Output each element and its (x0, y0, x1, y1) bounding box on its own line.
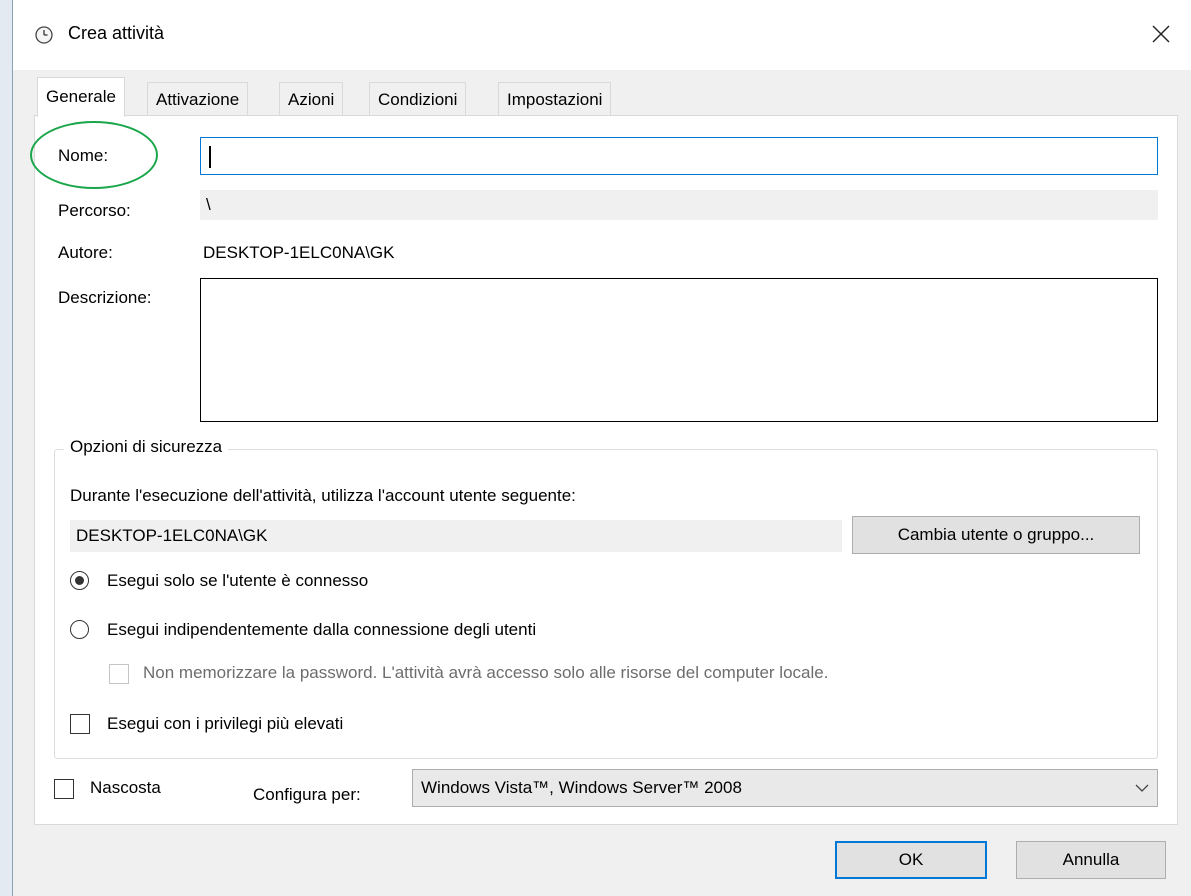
tab-attivazione[interactable]: Attivazione (147, 82, 249, 116)
window-title: Crea attività (68, 23, 165, 43)
hidden-label[interactable]: Nascosta (90, 778, 161, 798)
radio-logged-on-label[interactable]: Esegui solo se l'utente è connesso (107, 571, 368, 591)
text-caret (209, 146, 211, 168)
close-icon (1152, 25, 1170, 43)
create-task-dialog: Crea attività Generale Attivazione Azion… (13, 0, 1191, 896)
close-button[interactable] (1141, 14, 1181, 54)
tab-condizioni[interactable]: Condizioni (369, 82, 467, 116)
change-user-button[interactable]: Cambia utente o gruppo... (852, 516, 1140, 554)
radio-logged-on[interactable] (70, 571, 89, 590)
configure-for-select[interactable]: Windows Vista™, Windows Server™ 2008 (412, 769, 1158, 807)
account-prompt: Durante l'esecuzione dell'attività, util… (70, 486, 576, 505)
clock-icon (35, 26, 53, 44)
security-options-legend: Opzioni di sicurezza (64, 437, 229, 457)
description-label: Descrizione: (58, 288, 152, 307)
no-store-password-label: Non memorizzare la password. L'attività … (143, 663, 829, 682)
description-input[interactable] (200, 278, 1158, 422)
chevron-down-icon (1135, 784, 1149, 792)
tab-azioni[interactable]: Azioni (279, 82, 344, 116)
author-label: Autore: (58, 243, 113, 262)
highest-privileges-checkbox[interactable] (70, 714, 90, 734)
tab-generale[interactable]: Generale (37, 77, 125, 117)
no-store-password-checkbox[interactable] (109, 664, 129, 684)
radio-whether-logged-on-label[interactable]: Esegui indipendentemente dalla connessio… (107, 620, 536, 640)
name-input[interactable] (200, 137, 1158, 175)
account-value: DESKTOP-1ELC0NA\GK (70, 520, 842, 552)
author-value: DESKTOP-1ELC0NA\GK (203, 243, 395, 262)
path-value: \ (200, 190, 1158, 220)
highest-privileges-label[interactable]: Esegui con i privilegi più elevati (107, 714, 343, 734)
radio-whether-logged-on[interactable] (70, 620, 89, 639)
ok-button[interactable]: OK (835, 841, 987, 879)
cancel-button[interactable]: Annulla (1016, 841, 1166, 879)
title-bar: Crea attività (13, 0, 1191, 70)
annotation-ellipse (30, 121, 158, 189)
hidden-checkbox[interactable] (54, 779, 74, 799)
radio-selected-dot (75, 576, 84, 585)
configure-for-value: Windows Vista™, Windows Server™ 2008 (421, 778, 742, 797)
configure-for-label: Configura per: (253, 785, 361, 804)
tab-impostazioni[interactable]: Impostazioni (498, 82, 612, 116)
path-label: Percorso: (58, 201, 131, 220)
background-window-edge (0, 0, 13, 896)
